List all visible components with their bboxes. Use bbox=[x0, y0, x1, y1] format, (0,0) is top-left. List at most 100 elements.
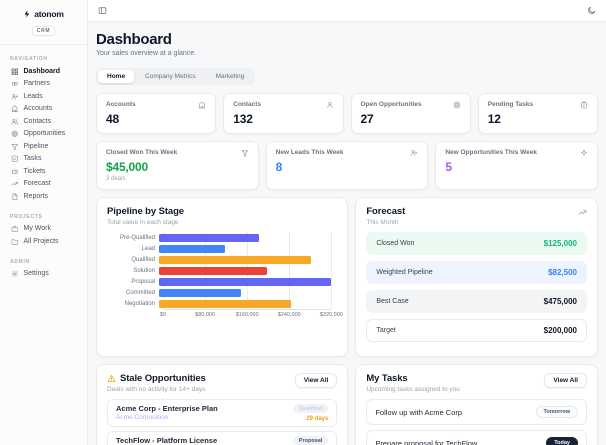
forecast-row: Target $200,000 bbox=[366, 319, 587, 342]
chart-category-label: Proposal bbox=[131, 278, 155, 285]
sidebar-item[interactable]: Forecast bbox=[7, 178, 80, 191]
sidebar-item[interactable]: Dashboard bbox=[7, 65, 80, 78]
sidebar-item-label: All Projects bbox=[23, 237, 59, 245]
sidebar-item-label: Reports bbox=[23, 192, 49, 200]
sidebar-item[interactable]: Settings bbox=[7, 268, 80, 281]
stale-opportunities-list: Acme Corp - Enterprise Plan Acme Corpora… bbox=[107, 399, 338, 445]
chart-row: Negotiation bbox=[107, 298, 331, 309]
chart-row: Lead bbox=[107, 243, 331, 254]
logo-badge: CRM bbox=[31, 26, 56, 36]
sidebar-section-label: Navigation bbox=[10, 56, 48, 62]
pipeline-title: Pipeline by Stage bbox=[107, 206, 184, 217]
chart-x-axis: $0 $80,000 $160,000 $240,000 $320,000 bbox=[160, 309, 343, 320]
chart-xtick-label: $80,000 bbox=[195, 312, 216, 318]
forecast-row-value: $125,000 bbox=[543, 239, 577, 248]
sidebar-item[interactable]: Accounts bbox=[7, 103, 80, 116]
forecast-title: Forecast bbox=[366, 206, 406, 217]
tab[interactable]: Company Metrics bbox=[136, 70, 205, 83]
pipeline-chart-rows: Pre-Qualified Lead Qualified Solution Propos… bbox=[107, 232, 332, 309]
sidebar-item[interactable]: All Projects bbox=[7, 235, 80, 248]
tab[interactable]: Marketing bbox=[207, 70, 254, 83]
sidebar-item[interactable]: Opportunities bbox=[7, 128, 80, 141]
sidebar-item-label: Leads bbox=[23, 92, 43, 100]
sidebar-item-label: Pipeline bbox=[23, 142, 49, 150]
stat-card: New Leads This Week 8 bbox=[265, 141, 429, 190]
stale-view-all-button[interactable]: View All bbox=[294, 373, 338, 388]
forecast-row-label: Best Case bbox=[376, 298, 409, 305]
sidebar-item[interactable]: Leads bbox=[7, 90, 80, 103]
sidebar-item-label: Tasks bbox=[23, 155, 42, 163]
sidebar: atonom CRM Navigation Dashboard Partners bbox=[0, 0, 88, 445]
sidebar-item[interactable]: Partners bbox=[7, 78, 80, 91]
check-square-icon bbox=[11, 155, 19, 163]
sidebar-admin-list: Settings bbox=[7, 268, 80, 281]
forecast-rows: Closed Won $125,000 Weighted Pipeline $8… bbox=[366, 232, 587, 342]
logo-block: atonom CRM bbox=[0, 0, 87, 45]
content: Dashboard Your sales overview at a glanc… bbox=[88, 22, 606, 445]
warning-icon bbox=[107, 374, 116, 383]
chart-row: Committed bbox=[107, 287, 331, 298]
stat-value: 12 bbox=[487, 112, 501, 126]
sidebar-item-label: My Work bbox=[23, 225, 51, 233]
stat-row-1: Accounts 48 Contacts 132 Open Opportunit… bbox=[96, 93, 598, 134]
stat-label: Open Opportunities bbox=[360, 101, 422, 108]
chart-category-label: Committed bbox=[125, 289, 155, 296]
chart-bar bbox=[159, 266, 267, 275]
chart-category-label: Lead bbox=[141, 245, 155, 252]
tasks-list: Follow up with Acme Corp Tomorrow Prepar… bbox=[366, 399, 587, 445]
stat-subtext: 3 deals bbox=[106, 176, 126, 182]
stat-label: Pending Tasks bbox=[487, 101, 534, 108]
stat-label: Closed Won This Week bbox=[106, 149, 178, 156]
task-row[interactable]: Follow up with Acme Corp Tomorrow bbox=[366, 399, 587, 425]
sidebar-section-projects: Projects My Work All Projects bbox=[0, 203, 87, 248]
sidebar-section-navigation: Navigation Dashboard Partners bbox=[0, 45, 87, 203]
app-window: atonom CRM Navigation Dashboard Partners bbox=[0, 0, 606, 445]
stat-value: $45,000 bbox=[106, 160, 148, 174]
page-title: Dashboard bbox=[96, 31, 172, 48]
opportunity-row[interactable]: TechFlow - Platform License TechFlow Sol… bbox=[107, 431, 338, 445]
sidebar-item[interactable]: Pipeline bbox=[7, 140, 80, 153]
stat-card: New Opportunities This Week 5 bbox=[435, 141, 598, 190]
sidebar-item-label: Tickets bbox=[23, 167, 46, 175]
stat-label: New Leads This Week bbox=[275, 149, 344, 156]
sidebar-item[interactable]: Contacts bbox=[7, 115, 80, 128]
sidebar-item[interactable]: Tickets bbox=[7, 165, 80, 178]
sidebar-item[interactable]: My Work bbox=[7, 223, 80, 236]
chart-bar bbox=[159, 277, 332, 286]
chart-category-label: Negotiation bbox=[124, 300, 155, 307]
stale-subtitle: Deals with no activity for 14+ days bbox=[107, 386, 206, 393]
chart-xtick-label: $160,000 bbox=[235, 312, 259, 318]
sidebar-section-admin: Admin Settings bbox=[0, 248, 87, 281]
stat-value: 8 bbox=[275, 160, 283, 174]
task-row[interactable]: Prepare proposal for TechFlow Today bbox=[366, 430, 587, 445]
chart-track bbox=[159, 255, 331, 264]
sidebar-item-label: Settings bbox=[23, 270, 49, 278]
tasks-view-all-button[interactable]: View All bbox=[544, 373, 587, 388]
tab-bar: Home Company Metrics Marketing bbox=[96, 68, 256, 85]
stat-label: Accounts bbox=[106, 101, 136, 108]
sidebar-item-label: Forecast bbox=[23, 180, 51, 188]
sidebar-section-label: Projects bbox=[10, 213, 43, 220]
moon-icon[interactable] bbox=[587, 6, 596, 15]
tab[interactable]: Home bbox=[98, 70, 135, 83]
forecast-row-value: $82,500 bbox=[548, 268, 577, 277]
sidebar-item[interactable]: Tasks bbox=[7, 153, 80, 166]
topbar bbox=[88, 0, 606, 22]
grid-icon bbox=[11, 68, 19, 76]
tasks-subtitle: Upcoming tasks assigned to you bbox=[366, 386, 460, 393]
panel-toggle-icon[interactable] bbox=[98, 6, 107, 15]
sidebar-projects-list: My Work All Projects bbox=[7, 223, 80, 248]
sidebar-item[interactable]: Reports bbox=[7, 190, 80, 203]
user-plus-icon bbox=[410, 149, 418, 157]
user-plus-icon bbox=[11, 93, 19, 101]
chart-row: Solution bbox=[107, 265, 331, 276]
task-title: Prepare proposal for TechFlow bbox=[375, 438, 478, 445]
task-due-badge: Tomorrow bbox=[535, 406, 578, 418]
chart-bar bbox=[159, 255, 312, 264]
opportunity-row[interactable]: Acme Corp - Enterprise Plan Acme Corpora… bbox=[107, 399, 338, 427]
chart-gridline bbox=[331, 232, 333, 309]
stat-card: Open Opportunities 27 bbox=[350, 93, 471, 134]
gear-icon bbox=[11, 270, 19, 278]
stat-card: Accounts 48 bbox=[96, 93, 217, 134]
tab-label: Company Metrics bbox=[145, 73, 196, 80]
